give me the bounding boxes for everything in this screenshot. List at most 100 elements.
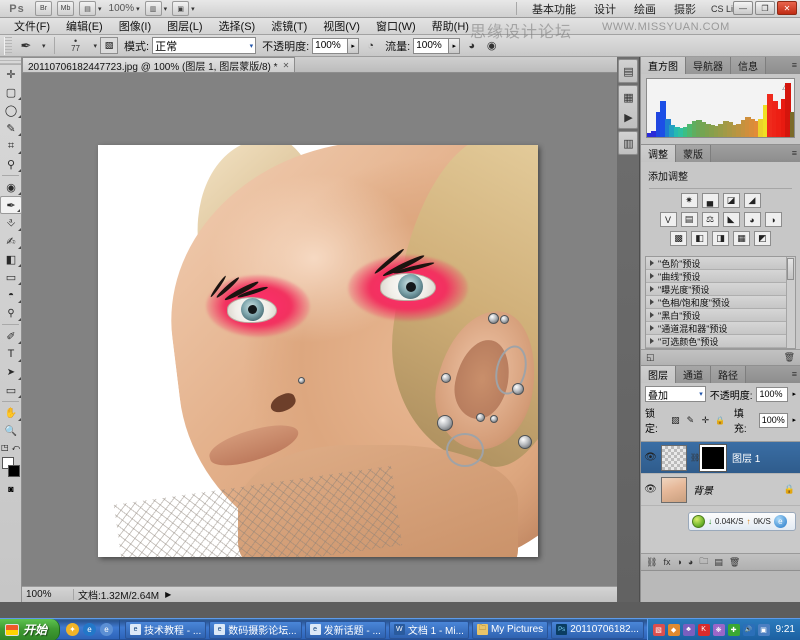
screen-mode-button[interactable]: ▣ xyxy=(172,1,190,16)
airbrush-icon[interactable]: ◉ xyxy=(483,37,500,54)
layer-mask-thumbnail[interactable] xyxy=(699,443,727,472)
swatches-panel-icon[interactable]: ▦ xyxy=(619,87,638,107)
posterize-icon[interactable]: ◧ xyxy=(691,231,708,246)
add-layer-mask-icon[interactable]: ◑ xyxy=(676,557,681,567)
channel-mixer-icon[interactable]: ◑ xyxy=(764,212,782,227)
tray-kingsoft-icon[interactable]: K xyxy=(697,623,710,636)
arrange-chevron-down-icon[interactable]: ▾ xyxy=(164,5,168,13)
brush-size-indicator[interactable]: • 77 xyxy=(63,37,89,54)
new-layer-icon[interactable]: ▤ xyxy=(714,557,723,568)
tab-adjustments[interactable]: 调整 xyxy=(641,145,676,162)
brush-size-chevron-down-icon[interactable]: ▾ xyxy=(94,42,98,50)
eyedropper-tool[interactable]: ⚲ xyxy=(0,155,22,173)
blur-tool[interactable]: ◓ xyxy=(0,286,22,304)
flow-stepper[interactable]: ▸ xyxy=(449,37,461,54)
preset-curves[interactable]: "曲线"预设 xyxy=(646,270,795,283)
selective-color-icon[interactable]: ◩ xyxy=(754,231,771,246)
exposure-icon[interactable]: ◢ xyxy=(743,193,761,208)
bridge-button[interactable]: Br xyxy=(35,1,52,16)
tray-app-icon-5[interactable]: ✚ xyxy=(727,623,740,636)
media-player-icon[interactable]: ✦ xyxy=(66,623,80,636)
flow-input[interactable]: 100% xyxy=(413,37,450,54)
document-tab-close-icon[interactable]: ✕ xyxy=(283,61,290,70)
screen-mode-chevron-down-icon[interactable]: ▾ xyxy=(191,5,195,13)
layer-mask-link-icon[interactable]: ⛓ xyxy=(690,453,700,462)
task-button[interactable]: W 文档 1 - Mi... xyxy=(388,620,469,639)
workspace-tab-photography[interactable]: 摄影 xyxy=(665,1,705,17)
hand-tool[interactable]: ✋ xyxy=(0,404,22,422)
artwork-canvas[interactable] xyxy=(98,145,538,557)
character-panel-icon[interactable]: ▥ xyxy=(619,133,638,153)
pressure-size-icon[interactable]: ◕ xyxy=(463,37,480,54)
menu-file[interactable]: 文件(F) xyxy=(6,18,58,34)
blend-mode-select[interactable]: 正常 ▾ xyxy=(152,37,257,54)
gradient-tool[interactable]: ▭ xyxy=(0,268,22,286)
table-row[interactable]: 👁 背景 🔒 xyxy=(641,474,800,506)
tray-volume-icon[interactable]: 🔊 xyxy=(742,623,755,636)
layer-style-icon[interactable]: fx xyxy=(663,557,670,567)
document-status-chevron-icon[interactable]: ▶ xyxy=(165,590,171,599)
rectangular-marquee-tool[interactable]: ▢ xyxy=(0,83,22,101)
workspace-tab-essentials[interactable]: 基本功能 xyxy=(523,1,585,17)
workspace-tab-painting[interactable]: 绘画 xyxy=(625,1,665,17)
start-button[interactable]: 开始 xyxy=(0,618,61,640)
menu-layer[interactable]: 图层(L) xyxy=(159,18,210,34)
layer-opacity-stepper[interactable]: ▸ xyxy=(792,390,796,398)
tab-histogram[interactable]: 直方图 xyxy=(641,57,686,74)
document-zoom-value[interactable]: 100% xyxy=(22,589,74,600)
threshold-icon[interactable]: ◨ xyxy=(712,231,729,246)
brush-panel-toggle-button[interactable]: ▧ xyxy=(100,37,119,54)
adjustments-panel-menu-icon[interactable]: ≡ xyxy=(792,148,797,158)
menu-select[interactable]: 选择(S) xyxy=(211,18,264,34)
delete-layer-icon[interactable]: 🗑 xyxy=(729,557,740,568)
link-layers-icon[interactable]: ⛓ xyxy=(646,557,657,568)
return-to-adjustment-list-icon[interactable]: ◱ xyxy=(646,352,655,363)
tab-channels[interactable]: 通道 xyxy=(676,366,711,383)
clone-stamp-tool[interactable]: ⎀ xyxy=(0,214,22,232)
presets-scrollbar[interactable] xyxy=(786,257,795,348)
levels-icon[interactable]: ▄ xyxy=(701,193,719,208)
path-selection-tool[interactable]: ➤ xyxy=(0,363,22,381)
blend-mode-chevron-down-icon[interactable]: ▾ xyxy=(250,42,254,50)
brush-tool[interactable]: ✒ xyxy=(0,196,22,214)
zoom-tool[interactable]: 🔍 xyxy=(0,422,22,440)
swap-colors-icon[interactable]: ⤺ xyxy=(12,443,21,453)
preset-levels[interactable]: "色阶"预设 xyxy=(646,257,795,270)
menu-window[interactable]: 窗口(W) xyxy=(368,18,424,34)
menu-filter[interactable]: 滤镜(T) xyxy=(263,18,315,34)
layer-thumbnail[interactable] xyxy=(661,444,687,471)
preset-black-white[interactable]: "黑白"预设 xyxy=(646,309,795,322)
curves-icon[interactable]: ◪ xyxy=(722,193,740,208)
network-speed-widget[interactable]: ↓ 0.04K/S ↑ 0K/S e xyxy=(688,512,796,531)
eye-icon[interactable]: 👁 xyxy=(643,484,658,495)
lock-position-icon[interactable]: ✛ xyxy=(700,414,711,426)
quick-mask-icon[interactable]: ◙ xyxy=(0,482,22,496)
pen-tool[interactable]: ✐ xyxy=(0,327,22,345)
dodge-tool[interactable]: ⚲ xyxy=(0,304,22,322)
preset-exposure[interactable]: "曝光度"预设 xyxy=(646,283,795,296)
crop-tool[interactable]: ⌗ xyxy=(0,137,22,155)
browser-icon[interactable]: e xyxy=(100,623,114,636)
layer-fill-input[interactable]: 100% xyxy=(758,412,789,428)
actions-panel-icon[interactable]: ▶ xyxy=(619,107,638,127)
restore-button[interactable]: ❐ xyxy=(755,1,775,15)
preset-hue-saturation[interactable]: "色相/饱和度"预设 xyxy=(646,296,795,309)
brush-preset-chevron-down-icon[interactable]: ▾ xyxy=(42,42,46,50)
arrange-documents-button[interactable]: ▥ xyxy=(144,1,162,16)
delete-adjustment-layer-icon[interactable]: 🗑 xyxy=(784,352,795,363)
tray-app-icon-2[interactable]: ◆ xyxy=(667,623,680,636)
background-color-swatch[interactable] xyxy=(8,465,20,477)
tray-network-icon[interactable]: ▣ xyxy=(757,623,770,636)
layer-thumbnail[interactable] xyxy=(661,476,687,503)
new-adjustment-layer-icon[interactable]: ◕ xyxy=(688,557,693,567)
zoom-chevron-down-icon[interactable]: ▾ xyxy=(136,5,140,13)
task-button[interactable]: e 发新话题 - ... xyxy=(304,620,386,639)
vibrance-icon[interactable]: V xyxy=(659,212,677,227)
tray-app-icon-3[interactable]: ♣ xyxy=(682,623,695,636)
menu-view[interactable]: 视图(V) xyxy=(315,18,368,34)
task-button[interactable]: 🗀 My Pictures xyxy=(471,620,549,639)
internet-explorer-icon[interactable]: e xyxy=(83,623,97,636)
tab-layers[interactable]: 图层 xyxy=(641,366,676,383)
gradient-map-icon[interactable]: ▦ xyxy=(733,231,750,246)
black-white-icon[interactable]: ◣ xyxy=(722,212,740,227)
